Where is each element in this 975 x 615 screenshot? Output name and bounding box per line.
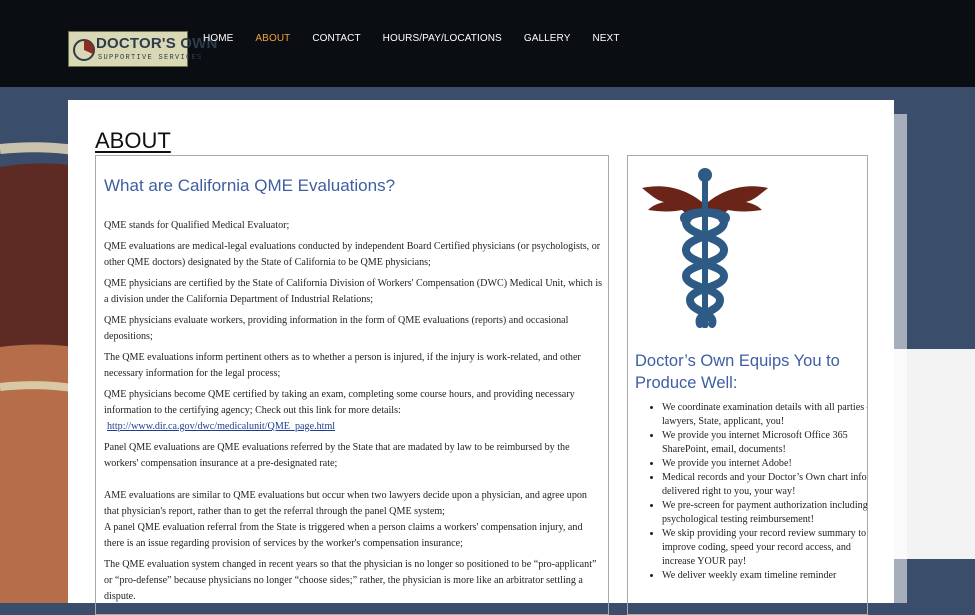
paragraph: QME evaluations are medical-legal evalua… [104, 241, 601, 268]
list-item: We coordinate examination details with a… [662, 401, 867, 429]
list-item: Medical records and your Doctor’s Own ch… [662, 471, 867, 499]
nav-gallery[interactable]: GALLERY [524, 33, 571, 44]
paragraph: QME physicians become QME certified by t… [104, 387, 604, 435]
paragraph-text: QME physicians become QME certified by t… [104, 389, 575, 416]
nav-about[interactable]: ABOUT [255, 33, 290, 44]
qme-body: QME stands for Qualified Medical Evaluat… [104, 218, 604, 610]
paragraph: A panel QME evaluation referral from the… [104, 522, 583, 549]
paragraph: QME physicians are certified by the Stat… [104, 278, 603, 305]
nav-hours-pay-locations[interactable]: HOURS/PAY/LOCATIONS [383, 33, 502, 44]
header-bar: DOCTOR'S OWN SUPPORTIVE SERVICES HOME AB… [0, 0, 975, 87]
paragraph: AME evaluations are similar to QME evalu… [104, 490, 587, 517]
dwc-qme-link[interactable]: http://www.dir.ca.gov/dwc/medicalunit/QM… [107, 421, 335, 432]
caduceus-icon [642, 168, 768, 328]
logo-text-top: DOCTOR'S OWN [96, 35, 218, 52]
equips-panel: Doctor’s Own Equips You to Produce Well:… [627, 155, 868, 615]
site-logo[interactable]: DOCTOR'S OWN SUPPORTIVE SERVICES [68, 31, 217, 67]
equips-heading: Doctor’s Own Equips You to Produce Well: [635, 352, 840, 392]
list-item: We deliver weekly exam timeline reminder [662, 569, 867, 583]
nav-home[interactable]: HOME [203, 33, 233, 44]
paragraph: The QME evaluation system changed in rec… [104, 559, 597, 602]
nav-next[interactable]: NEXT [592, 33, 619, 44]
qme-heading: What are California QME Evaluations? [104, 176, 396, 195]
logo-text-bottom: SUPPORTIVE SERVICES [98, 54, 203, 62]
paragraph: The QME evaluations inform pertinent oth… [104, 352, 581, 379]
list-item: We provide you internet Adobe! [662, 457, 867, 471]
list-item: We skip providing your record review sum… [662, 527, 867, 569]
qme-info-panel: What are California QME Evaluations? QME… [95, 155, 609, 615]
nav-contact[interactable]: CONTACT [312, 33, 360, 44]
paragraph: Panel QME evaluations are QME evaluation… [104, 442, 570, 469]
list-item: We pre-screen for payment authorization … [662, 499, 867, 527]
content-page: ABOUT What are California QME Evaluation… [68, 100, 894, 615]
page-title: ABOUT [95, 128, 171, 153]
paragraph: QME stands for Qualified Medical Evaluat… [104, 220, 290, 231]
equips-list: We coordinate examination details with a… [644, 401, 867, 583]
main-nav: HOME ABOUT CONTACT HOURS/PAY/LOCATIONS G… [203, 33, 642, 44]
logo-mark-icon [73, 39, 95, 61]
list-item: We provide you internet Microsoft Office… [662, 429, 867, 457]
paragraph: QME physicians evaluate workers, providi… [104, 315, 569, 342]
